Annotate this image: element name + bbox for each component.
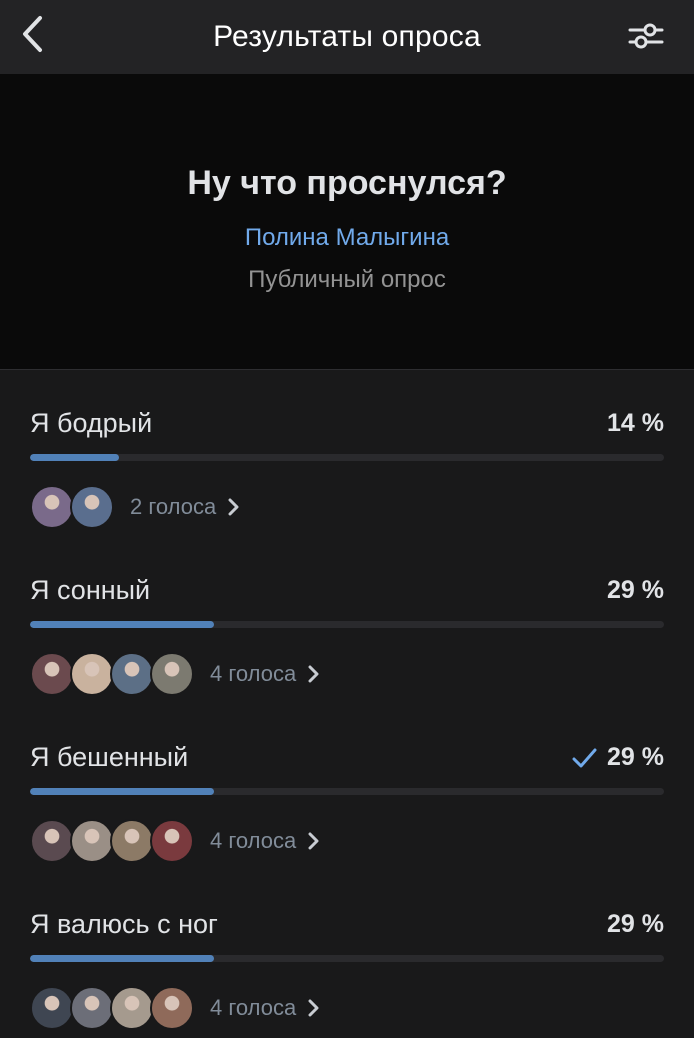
voters-row[interactable]: 4 голоса <box>30 651 320 697</box>
poll-question: Ну что проснулся? <box>187 164 507 202</box>
votes-count-text: 4 голоса <box>210 661 297 686</box>
votes-count: 2 голоса <box>130 494 240 520</box>
option-progress-fill <box>30 454 119 461</box>
chevron-right-icon <box>228 498 239 516</box>
votes-count-text: 4 голоса <box>210 995 297 1020</box>
option-percent-text: 14 % <box>607 409 664 437</box>
votes-count-text: 2 голоса <box>130 494 217 519</box>
option-progress-track <box>30 621 664 628</box>
votes-count: 4 голоса <box>210 995 320 1021</box>
option-percent-text: 29 % <box>607 910 664 938</box>
poll-options: Я бодрый 14 % 2 голоса Я сонный 29 % 4 г… <box>0 370 694 1038</box>
checkmark-icon <box>572 748 597 767</box>
avatar <box>30 485 74 529</box>
poll-header: Ну что проснулся? Полина Малыгина Публич… <box>0 74 694 370</box>
filter-button[interactable] <box>626 16 666 56</box>
option-label: Я бодрый <box>30 408 153 438</box>
chevron-right-icon <box>308 832 319 850</box>
back-button[interactable] <box>12 12 52 56</box>
sliders-icon <box>628 23 664 49</box>
option-progress-track <box>30 788 664 795</box>
avatar <box>30 819 74 863</box>
option-label: Я валюсь с ног <box>30 909 218 939</box>
chevron-right-icon <box>308 665 319 683</box>
avatar <box>110 819 154 863</box>
avatar <box>110 986 154 1030</box>
option-progress-fill <box>30 955 214 962</box>
option-percent: 29 % <box>607 576 664 605</box>
votes-count: 4 голоса <box>210 661 320 687</box>
poll-option: Я сонный 29 % 4 голоса <box>0 537 694 704</box>
voters-row[interactable]: 2 голоса <box>30 484 240 530</box>
voters-row[interactable]: 4 голоса <box>30 818 320 864</box>
votes-count: 4 голоса <box>210 828 320 854</box>
option-progress-track <box>30 454 664 461</box>
poll-author-link[interactable]: Полина Малыгина <box>0 224 694 252</box>
option-label: Я сонный <box>30 575 151 605</box>
votes-count-text: 4 голоса <box>210 828 297 853</box>
avatar <box>70 652 114 696</box>
poll-type: Публичный опрос <box>248 266 446 293</box>
avatar <box>150 819 194 863</box>
option-percent-text: 29 % <box>607 743 664 771</box>
option-percent: 29 % <box>607 910 664 939</box>
option-progress-track <box>30 955 664 962</box>
voters-row[interactable]: 4 голоса <box>30 985 320 1031</box>
avatar <box>150 986 194 1030</box>
avatar <box>110 652 154 696</box>
option-percent-text: 29 % <box>607 576 664 604</box>
option-percent: 29 % <box>571 743 664 772</box>
chevron-right-icon <box>308 999 319 1017</box>
avatar <box>70 986 114 1030</box>
poll-option: Я валюсь с ног 29 % 4 голоса <box>0 871 694 1038</box>
avatar <box>150 652 194 696</box>
option-percent: 14 % <box>607 409 664 438</box>
chevron-left-icon <box>23 16 42 52</box>
avatar <box>30 652 74 696</box>
poll-option: Я бешенный 29 % 4 голоса <box>0 704 694 871</box>
avatar <box>70 485 114 529</box>
option-progress-fill <box>30 788 214 795</box>
option-progress-fill <box>30 621 214 628</box>
avatar <box>30 986 74 1030</box>
avatar <box>70 819 114 863</box>
option-label: Я бешенный <box>30 742 189 772</box>
page-title: Результаты опроса <box>213 20 481 53</box>
navbar: Результаты опроса <box>0 0 694 74</box>
poll-option: Я бодрый 14 % 2 голоса <box>0 370 694 537</box>
